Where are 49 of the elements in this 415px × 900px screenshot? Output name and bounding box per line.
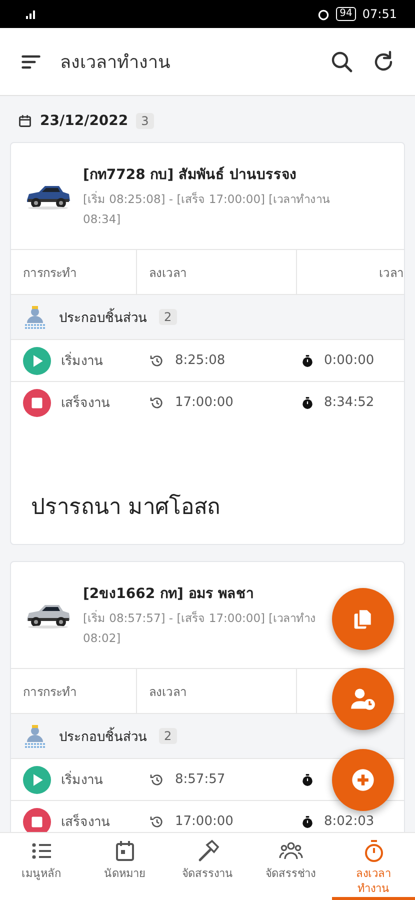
play-icon bbox=[23, 346, 51, 374]
job-times: 08:34] bbox=[83, 211, 122, 228]
history-icon bbox=[149, 772, 165, 788]
search-icon bbox=[330, 50, 354, 74]
job-title: [กท7728 กบ] สัมพันธ์ ปานบรรจง bbox=[83, 166, 298, 185]
action-label: เสร็จงาน bbox=[61, 812, 110, 832]
battery-level: 94 bbox=[336, 7, 356, 21]
nav-tab[interactable]: จัดสรรงาน bbox=[166, 833, 249, 900]
count-badge: 3 bbox=[136, 113, 154, 129]
duration-time: 0:00:00 bbox=[324, 353, 374, 368]
history-icon bbox=[149, 352, 165, 368]
play-icon bbox=[23, 766, 51, 794]
action-label: เสร็จงาน bbox=[61, 394, 110, 413]
duration-time: 8:34:52 bbox=[324, 395, 374, 410]
employee-name: ปรารถนา มาศโอสถ bbox=[30, 493, 221, 522]
group-label: ประกอบชิ้นส่วน bbox=[59, 306, 147, 328]
status-time: 07:51 bbox=[362, 7, 397, 21]
stopwatch-icon bbox=[301, 814, 314, 828]
date-label: 23/12/2022 bbox=[40, 113, 128, 129]
history-icon bbox=[149, 814, 165, 830]
stopwatch-icon bbox=[301, 396, 314, 410]
action-label: เริ่มงาน bbox=[61, 350, 103, 371]
count-badge: 2 bbox=[159, 728, 177, 744]
history-icon bbox=[149, 394, 165, 410]
stopwatch-icon bbox=[301, 772, 314, 786]
worker-icon bbox=[23, 304, 47, 330]
user-clock-icon bbox=[350, 686, 376, 712]
job-times: 08:02] bbox=[83, 630, 122, 647]
count-badge: 2 bbox=[159, 309, 177, 325]
clock-time: 8:25:08 bbox=[175, 353, 226, 368]
clock-time: 8:57:57 bbox=[175, 772, 226, 787]
page-title: ลงเวลาทำงาน bbox=[60, 51, 171, 75]
nav-tab[interactable]: จัดสรรช่าง bbox=[249, 833, 332, 900]
clock-time: 17:00:00 bbox=[175, 814, 234, 829]
duration-time: 8:02:03 bbox=[324, 814, 374, 829]
calendar-icon bbox=[18, 114, 32, 128]
job-title: [2ขง1662 กท] อมร พลชา bbox=[83, 585, 256, 604]
job-times: [เริ่ม 08:57:57] - [เสร็จ 17:00:00] [เวลาทำง bbox=[83, 609, 316, 627]
job-times: [เริ่ม 08:25:08] - [เสร็จ 17:00:00] [เวลาทำงาน bbox=[83, 190, 330, 208]
stop-icon bbox=[23, 388, 51, 416]
clock-time: 17:00:00 bbox=[175, 395, 234, 410]
nav-tab[interactable]: เมนูหลัก bbox=[0, 833, 83, 900]
worker-icon bbox=[23, 723, 47, 749]
action-label: เริ่มงาน bbox=[61, 769, 103, 790]
stopwatch-icon bbox=[301, 354, 314, 368]
nav-tab[interactable]: นัดหมาย bbox=[83, 833, 166, 900]
add-icon bbox=[350, 767, 376, 793]
group-label: ประกอบชิ้นส่วน bbox=[59, 726, 147, 746]
nav-tab[interactable]: ลงเวลา ทำงาน bbox=[332, 833, 415, 900]
